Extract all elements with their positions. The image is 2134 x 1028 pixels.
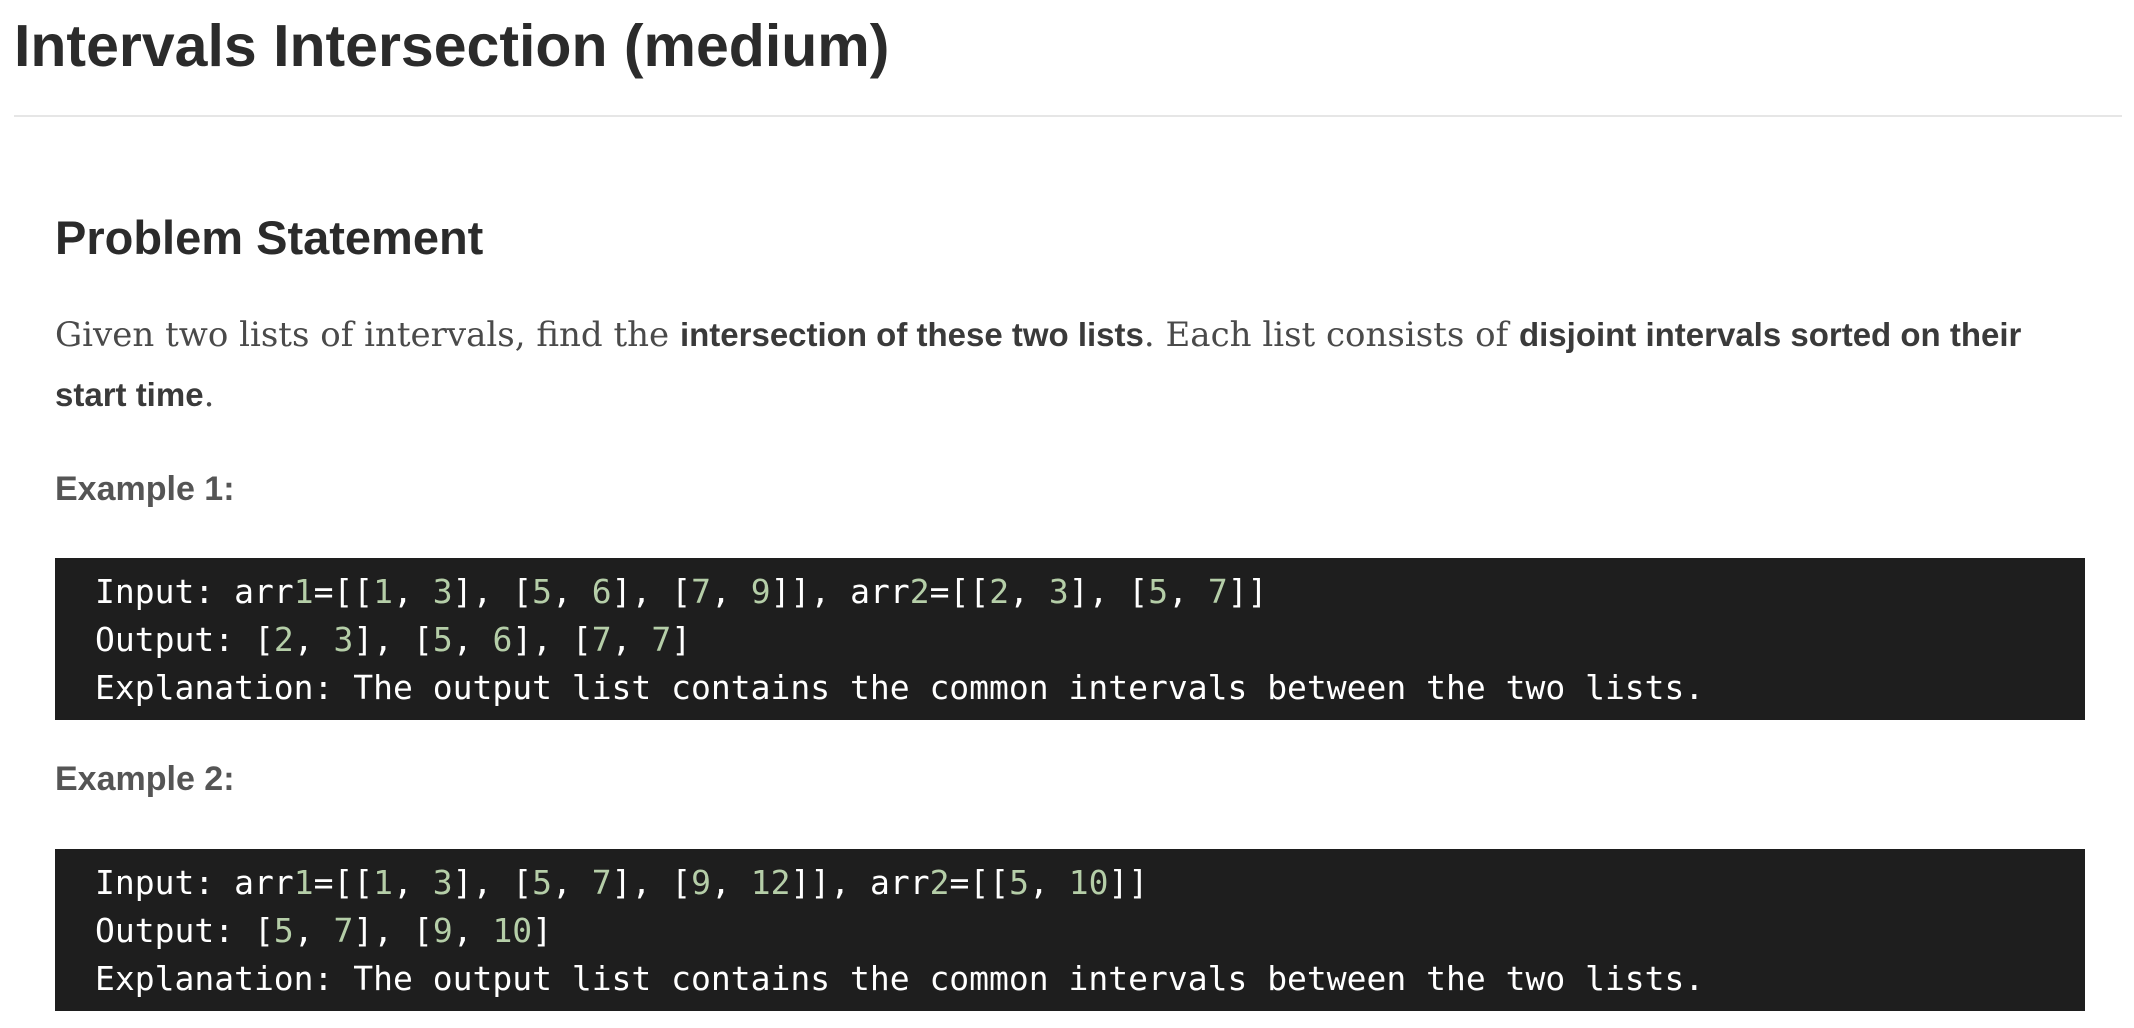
code-number: 1 bbox=[293, 572, 314, 611]
title-divider bbox=[14, 115, 2122, 117]
code-number: 3 bbox=[432, 863, 453, 902]
code-number: 7 bbox=[691, 572, 712, 611]
example-2-explanation: Explanation: The output list contains th… bbox=[95, 959, 1705, 998]
lesson-page: Intervals Intersection (medium) Problem … bbox=[0, 0, 2134, 1028]
example-1-heading: Example 1: bbox=[55, 470, 235, 508]
code-number: 2 bbox=[989, 572, 1010, 611]
code-number: 1 bbox=[373, 863, 394, 902]
code-number: 1 bbox=[293, 863, 314, 902]
code-number: 5 bbox=[1148, 572, 1169, 611]
code-number: 5 bbox=[532, 572, 553, 611]
example-2-output-label: Output: bbox=[95, 911, 254, 950]
example-2-input-value: arr1=[[1, 3], [5, 7], [9, 12]], arr2=[[5… bbox=[234, 863, 1149, 902]
example-2-output-value: [5, 7], [9, 10] bbox=[253, 911, 553, 950]
code-number: 9 bbox=[750, 572, 771, 611]
statement-text-part1: Given two lists of intervals, find the bbox=[55, 315, 680, 355]
code-number: 12 bbox=[750, 863, 791, 902]
example-2-input-label: Input: bbox=[95, 863, 235, 902]
code-number: 10 bbox=[1068, 863, 1109, 902]
code-number: 3 bbox=[1048, 572, 1069, 611]
example-2-output-line: Output: [5, 7], [9, 10] bbox=[95, 907, 2085, 955]
code-number: 10 bbox=[492, 911, 533, 950]
code-number: 6 bbox=[492, 620, 513, 659]
code-number: 3 bbox=[432, 572, 453, 611]
code-number: 5 bbox=[532, 863, 553, 902]
code-number: 5 bbox=[273, 911, 294, 950]
example-2-input-line: Input: arr1=[[1, 3], [5, 7], [9, 12]], a… bbox=[95, 859, 2085, 907]
example-1-output-label: Output: bbox=[95, 620, 254, 659]
problem-statement-text: Given two lists of intervals, find the i… bbox=[55, 305, 2075, 425]
code-number: 9 bbox=[432, 911, 453, 950]
statement-text-part2: . Each list consists of bbox=[1143, 315, 1519, 355]
code-number: 6 bbox=[591, 572, 612, 611]
example-2-heading: Example 2: bbox=[55, 760, 235, 798]
code-number: 9 bbox=[691, 863, 712, 902]
code-number: 7 bbox=[333, 911, 354, 950]
code-number: 3 bbox=[333, 620, 354, 659]
example-1-output-value: [2, 3], [5, 6], [7, 7] bbox=[253, 620, 692, 659]
example-2-code-block: Input: arr1=[[1, 3], [5, 7], [9, 12]], a… bbox=[55, 849, 2085, 1011]
code-number: 7 bbox=[1207, 572, 1228, 611]
code-number: 5 bbox=[1009, 863, 1029, 902]
statement-text-part3: . bbox=[203, 375, 215, 415]
example-1-input-line: Input: arr1=[[1, 3], [5, 6], [7, 9]], ar… bbox=[95, 568, 2085, 616]
example-1-code-block: Input: arr1=[[1, 3], [5, 6], [7, 9]], ar… bbox=[55, 558, 2085, 720]
statement-bold-intersection: intersection of these two lists bbox=[679, 316, 1144, 353]
code-number: 7 bbox=[591, 620, 612, 659]
page-title: Intervals Intersection (medium) bbox=[14, 13, 890, 79]
code-number: 2 bbox=[273, 620, 294, 659]
example-1-input-value: arr1=[[1, 3], [5, 6], [7, 9]], arr2=[[2,… bbox=[234, 572, 1268, 611]
example-1-input-label: Input: bbox=[95, 572, 235, 611]
problem-statement-heading: Problem Statement bbox=[55, 211, 484, 264]
code-number: 7 bbox=[651, 620, 672, 659]
code-number: 2 bbox=[909, 572, 930, 611]
code-number: 1 bbox=[373, 572, 394, 611]
code-number: 2 bbox=[929, 863, 950, 902]
code-number: 7 bbox=[591, 863, 612, 902]
example-1-output-line: Output: [2, 3], [5, 6], [7, 7] bbox=[95, 616, 2085, 664]
code-number: 5 bbox=[432, 620, 453, 659]
example-1-explanation: Explanation: The output list contains th… bbox=[95, 668, 1705, 707]
